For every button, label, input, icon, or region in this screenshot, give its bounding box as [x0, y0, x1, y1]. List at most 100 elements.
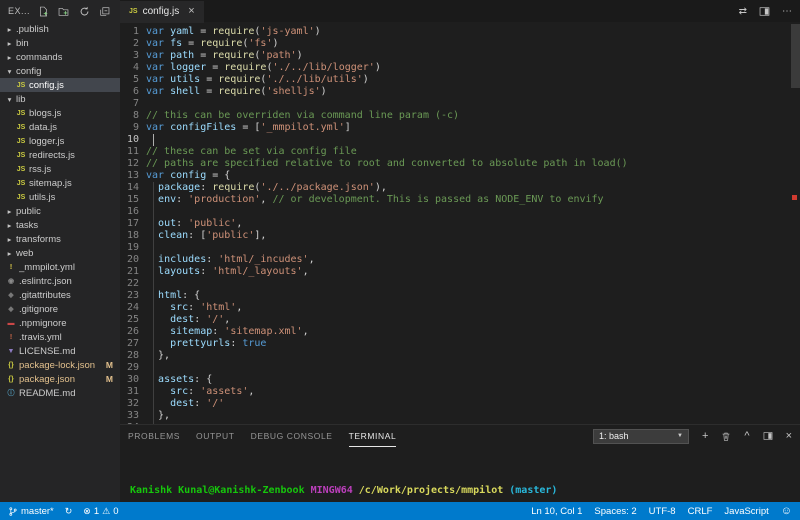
tree-item-package-lock.json[interactable]: {} package-lock.json M: [0, 358, 120, 372]
tree-item-.eslintrc.json[interactable]: ◉ .eslintrc.json: [0, 274, 120, 288]
vscode-window: EX... ▸ .publish ▸ bin ▸ commands ▾ config JS con…: [0, 0, 800, 520]
tree-item-package.json[interactable]: {} package.json M: [0, 372, 120, 386]
tab-config-js[interactable]: JS config.js ×: [120, 0, 204, 23]
status-item-ln-10-col-1[interactable]: Ln 10, Col 1: [531, 506, 582, 517]
line-number: 31: [126, 386, 139, 397]
code-line-7[interactable]: 7: [120, 98, 800, 110]
sync-status[interactable]: ↻: [65, 506, 73, 517]
refresh-icon[interactable]: [77, 4, 91, 18]
tree-item-blogs.js[interactable]: JS blogs.js: [0, 106, 120, 120]
tree-item-.gitattributes[interactable]: ◆ .gitattributes: [0, 288, 120, 302]
editor-scrollbar[interactable]: [791, 24, 800, 88]
tree-item-tasks[interactable]: ▸ tasks: [0, 218, 120, 232]
tree-item-lib[interactable]: ▾ lib: [0, 92, 120, 106]
panel-tab-problems[interactable]: PROBLEMS: [128, 425, 180, 447]
split-terminal-icon[interactable]: [763, 431, 773, 441]
panel-tab-debug-console[interactable]: DEBUG CONSOLE: [251, 425, 333, 447]
code-line-24[interactable]: 24 src: 'html',: [120, 302, 800, 314]
code-line-23[interactable]: 23 html: {: [120, 290, 800, 302]
more-actions-icon[interactable]: ⋯: [782, 6, 792, 17]
problems-status[interactable]: ⊗ 1 ⚠ 0: [83, 506, 118, 517]
line-number: 21: [126, 266, 139, 277]
status-item-crlf[interactable]: CRLF: [688, 506, 713, 517]
code-line-32[interactable]: 32 dest: '/': [120, 398, 800, 410]
tree-item-logger.js[interactable]: JS logger.js: [0, 134, 120, 148]
maximize-panel-icon[interactable]: ^: [744, 430, 749, 442]
open-changes-icon[interactable]: ⇄: [739, 6, 747, 17]
tree-item-config.js[interactable]: JS config.js: [0, 78, 120, 92]
code-line-30[interactable]: 30 assets: {: [120, 374, 800, 386]
close-panel-icon[interactable]: ×: [786, 430, 792, 442]
tree-item-web[interactable]: ▸ web: [0, 246, 120, 260]
tree-item-.npmignore[interactable]: ▬ .npmignore: [0, 316, 120, 330]
code-line-33[interactable]: 33 },: [120, 410, 800, 422]
code-line-9[interactable]: 9 var configFiles = ['_mmpilot.yml']: [120, 122, 800, 134]
tree-item-utils.js[interactable]: JS utils.js: [0, 190, 120, 204]
tree-item-README.md[interactable]: ⓘ README.md: [0, 386, 120, 400]
tree-item-transforms[interactable]: ▸ transforms: [0, 232, 120, 246]
code-line-15[interactable]: 15 env: 'production', // or development.…: [120, 194, 800, 206]
tree-item-bin[interactable]: ▸ bin: [0, 36, 120, 50]
code-line-31[interactable]: 31 src: 'assets',: [120, 386, 800, 398]
new-folder-icon[interactable]: [57, 4, 71, 18]
code-line-3[interactable]: 3 var path = require('path'): [120, 50, 800, 62]
close-icon[interactable]: ×: [184, 6, 194, 17]
status-item-utf-8[interactable]: UTF-8: [649, 506, 676, 517]
code-line-14[interactable]: 14 package: require('./../package.json')…: [120, 182, 800, 194]
code-line-26[interactable]: 26 sitemap: 'sitemap.xml',: [120, 326, 800, 338]
code-text: includes: 'html/_incudes',: [158, 254, 315, 265]
tree-item-.publish[interactable]: ▸ .publish: [0, 22, 120, 36]
code-line-10[interactable]: 10: [120, 134, 800, 146]
js-file-icon: JS: [16, 81, 26, 89]
code-line-1[interactable]: 1 var yaml = require('js-yaml'): [120, 26, 800, 38]
tree-item-commands[interactable]: ▸ commands: [0, 50, 120, 64]
collapse-all-icon[interactable]: [98, 4, 112, 18]
code-line-4[interactable]: 4 var logger = require('./../lib/logger'): [120, 62, 800, 74]
status-item-javascript[interactable]: JavaScript: [724, 506, 768, 517]
error-count: 1: [93, 505, 100, 517]
code-line-28[interactable]: 28 },: [120, 350, 800, 362]
code-line-22[interactable]: 22: [120, 278, 800, 290]
panel-tab-output[interactable]: OUTPUT: [196, 425, 235, 447]
code-editor[interactable]: 1 var yaml = require('js-yaml') 2 var fs = …: [120, 22, 800, 424]
tree-item-.travis.yml[interactable]: ! .travis.yml: [0, 330, 120, 344]
code-line-20[interactable]: 20 includes: 'html/_incudes',: [120, 254, 800, 266]
code-line-8[interactable]: 8 // this can be overriden via command li…: [120, 110, 800, 122]
code-line-5[interactable]: 5 var utils = require('./../lib/utils'): [120, 74, 800, 86]
code-line-11[interactable]: 11 // these can be set via config file: [120, 146, 800, 158]
code-line-19[interactable]: 19: [120, 242, 800, 254]
code-line-2[interactable]: 2 var fs = require('fs'): [120, 38, 800, 50]
git-branch-status[interactable]: master*: [8, 506, 54, 517]
code-line-12[interactable]: 12 // paths are specified relative to roo…: [120, 158, 800, 170]
code-line-13[interactable]: 13 var config = {: [120, 170, 800, 182]
tree-item-LICENSE.md[interactable]: ▼ LICENSE.md: [0, 344, 120, 358]
code-line-21[interactable]: 21 layouts: 'html/_layouts',: [120, 266, 800, 278]
new-file-icon[interactable]: [37, 4, 51, 18]
tree-item-_mmpilot.yml[interactable]: ! _mmpilot.yml: [0, 260, 120, 274]
code-text: // these can be set via config file: [146, 146, 357, 157]
code-line-6[interactable]: 6 var shell = require('shelljs'): [120, 86, 800, 98]
tree-item-data.js[interactable]: JS data.js: [0, 120, 120, 134]
status-item-spaces-2[interactable]: Spaces: 2: [594, 506, 636, 517]
feedback-smiley-icon[interactable]: ☺: [781, 505, 792, 517]
tree-item-public[interactable]: ▸ public: [0, 204, 120, 218]
code-line-29[interactable]: 29: [120, 362, 800, 374]
terminal-shell-select[interactable]: 1: bash ▼: [592, 428, 689, 444]
split-editor-icon[interactable]: [759, 6, 770, 17]
code-text: // paths are specified relative to root …: [146, 158, 628, 169]
code-line-17[interactable]: 17 out: 'public',: [120, 218, 800, 230]
tree-item-rss.js[interactable]: JS rss.js: [0, 162, 120, 176]
tree-item-.gitignore[interactable]: ◆ .gitignore: [0, 302, 120, 316]
tree-item-config[interactable]: ▾ config: [0, 64, 120, 78]
kill-terminal-icon[interactable]: [721, 431, 731, 442]
tree-item-redirects.js[interactable]: JS redirects.js: [0, 148, 120, 162]
code-text: var logger = require('./../lib/logger'): [146, 62, 381, 73]
code-line-18[interactable]: 18 clean: ['public'],: [120, 230, 800, 242]
tree-item-sitemap.js[interactable]: JS sitemap.js: [0, 176, 120, 190]
code-line-25[interactable]: 25 dest: '/',: [120, 314, 800, 326]
panel-tab-terminal[interactable]: TERMINAL: [348, 425, 397, 447]
code-line-27[interactable]: 27 prettyurls: true: [120, 338, 800, 350]
new-terminal-icon[interactable]: +: [702, 430, 708, 442]
chevron-down-icon: ▾: [7, 94, 12, 104]
code-line-16[interactable]: 16: [120, 206, 800, 218]
